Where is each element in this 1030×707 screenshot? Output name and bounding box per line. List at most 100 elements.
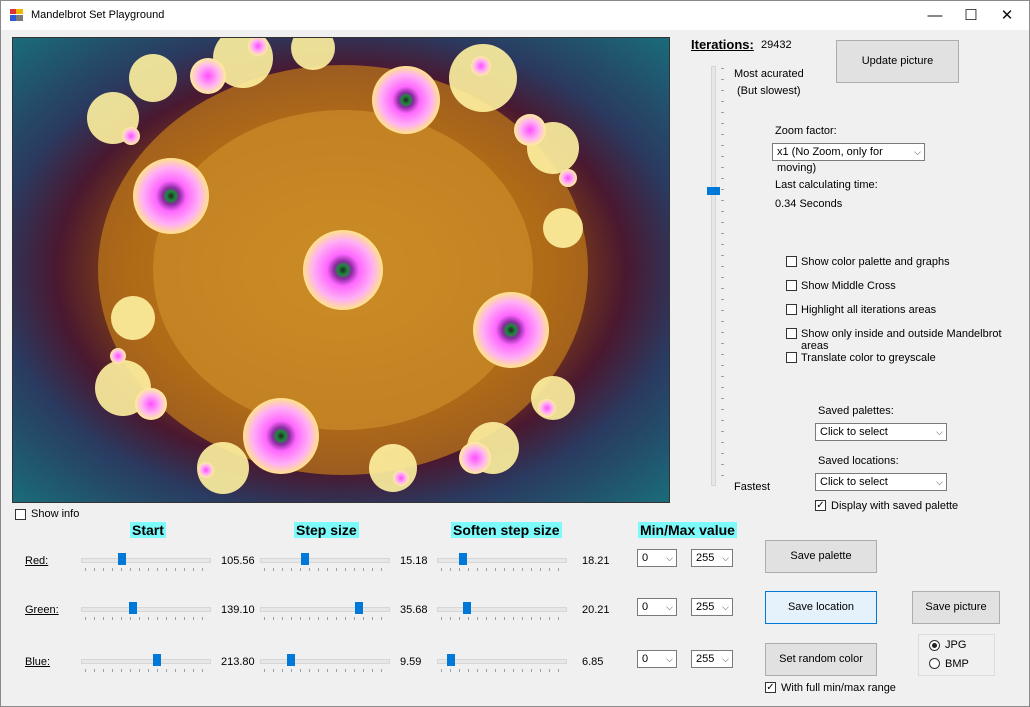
slider-thumb[interactable] bbox=[129, 602, 137, 614]
show-info-label: Show info bbox=[31, 508, 80, 520]
mandelbrot-canvas[interactable] bbox=[12, 37, 670, 503]
quality-slider-thumb[interactable] bbox=[707, 187, 720, 195]
display-saved-palette-checkbox[interactable]: ✓ bbox=[815, 500, 826, 511]
row-label: Blue: bbox=[25, 656, 51, 668]
start-slider[interactable] bbox=[81, 602, 211, 622]
jpg-label: JPG bbox=[945, 639, 967, 651]
chevron-down-icon: ⌵ bbox=[722, 553, 729, 563]
min-select[interactable]: 0 ⌵ bbox=[637, 549, 677, 567]
saved-palettes-label: Saved palettes: bbox=[818, 405, 894, 417]
min-select-value: 0 bbox=[642, 601, 649, 613]
option-checkbox[interactable] bbox=[786, 280, 797, 291]
max-select-value: 255 bbox=[696, 601, 715, 613]
saved-locations-label: Saved locations: bbox=[818, 455, 899, 467]
bmp-radio[interactable] bbox=[929, 658, 940, 669]
quality-bottom-label: Fastest bbox=[734, 481, 771, 493]
max-select[interactable]: 255 ⌵ bbox=[691, 650, 733, 668]
option-label: Translate color to greyscale bbox=[801, 352, 936, 364]
start-value: 139.10 bbox=[221, 604, 255, 616]
header-soften-step-size: Soften step size bbox=[451, 522, 562, 538]
soften-slider[interactable] bbox=[437, 654, 567, 674]
chevron-down-icon: ⌵ bbox=[722, 654, 729, 664]
full-range-label: With full min/max range bbox=[781, 682, 896, 694]
chevron-down-icon: ⌵ bbox=[936, 427, 943, 437]
fractal-image bbox=[13, 38, 669, 502]
saved-palettes-value: Click to select bbox=[820, 426, 888, 438]
window-title: Mandelbrot Set Playground bbox=[31, 9, 165, 21]
start-value: 105.56 bbox=[221, 555, 255, 567]
save-location-button[interactable]: Save location bbox=[765, 591, 877, 624]
chevron-down-icon: ⌵ bbox=[722, 602, 729, 612]
jpg-radio[interactable] bbox=[929, 640, 940, 651]
step-slider[interactable] bbox=[260, 654, 390, 674]
iterations-value: 29432 bbox=[761, 39, 792, 51]
check-icon: ✓ bbox=[766, 682, 775, 693]
header-step-size: Step size bbox=[294, 522, 359, 538]
set-random-color-button[interactable]: Set random color bbox=[765, 643, 877, 676]
soften-value: 20.21 bbox=[582, 604, 610, 616]
chevron-down-icon: ⌵ bbox=[936, 477, 943, 487]
slider-thumb[interactable] bbox=[447, 654, 455, 666]
quality-slider[interactable] bbox=[707, 66, 724, 486]
start-slider[interactable] bbox=[81, 553, 211, 573]
soften-value: 6.85 bbox=[582, 656, 604, 668]
calc-time-value: 0.34 Seconds bbox=[775, 198, 843, 210]
close-button[interactable]: ✕ bbox=[984, 1, 1030, 30]
chevron-down-icon: ⌵ bbox=[666, 654, 673, 664]
min-select-value: 0 bbox=[642, 552, 649, 564]
step-value: 15.18 bbox=[400, 555, 428, 567]
soften-value: 18.21 bbox=[582, 555, 610, 567]
app-icon bbox=[10, 9, 23, 21]
option-label: Highlight all iterations areas bbox=[801, 304, 937, 316]
max-select-value: 255 bbox=[696, 552, 715, 564]
min-select-value: 0 bbox=[642, 653, 649, 665]
option-label: Show Middle Cross bbox=[801, 280, 896, 292]
row-label: Red: bbox=[25, 555, 49, 567]
slider-thumb[interactable] bbox=[301, 553, 309, 565]
title-bar: Mandelbrot Set Playground — ☐ ✕ bbox=[1, 1, 1029, 30]
show-info-checkbox[interactable] bbox=[15, 509, 26, 520]
start-slider[interactable] bbox=[81, 654, 211, 674]
saved-locations-select[interactable]: Click to select ⌵ bbox=[815, 473, 947, 491]
option-label: Show only inside and outside Mandelbrot … bbox=[801, 328, 1002, 352]
full-range-checkbox[interactable]: ✓ bbox=[765, 682, 776, 693]
slider-thumb[interactable] bbox=[118, 553, 126, 565]
zoom-label: Zoom factor: bbox=[775, 125, 837, 137]
zoom-select[interactable]: x1 (No Zoom, only for moving) ⌵ bbox=[772, 143, 925, 174]
header-start: Start bbox=[130, 522, 166, 538]
header-min-max: Min/Max value bbox=[638, 522, 737, 538]
option-checkbox[interactable] bbox=[786, 304, 797, 315]
option-label: Show color palette and graphs bbox=[801, 256, 950, 268]
step-slider[interactable] bbox=[260, 553, 390, 573]
row-label: Green: bbox=[25, 604, 59, 616]
step-slider[interactable] bbox=[260, 602, 390, 622]
slider-thumb[interactable] bbox=[355, 602, 363, 614]
option-checkbox[interactable] bbox=[786, 256, 797, 267]
step-value: 35.68 bbox=[400, 604, 428, 616]
max-select[interactable]: 255 ⌵ bbox=[691, 549, 733, 567]
saved-palettes-select[interactable]: Click to select ⌵ bbox=[815, 423, 947, 441]
min-select[interactable]: 0 ⌵ bbox=[637, 650, 677, 668]
slider-thumb[interactable] bbox=[287, 654, 295, 666]
option-checkbox[interactable] bbox=[786, 352, 797, 363]
max-select[interactable]: 255 ⌵ bbox=[691, 598, 733, 616]
soften-slider[interactable] bbox=[437, 602, 567, 622]
update-picture-button[interactable]: Update picture bbox=[836, 40, 959, 83]
slider-thumb[interactable] bbox=[459, 553, 467, 565]
slider-thumb[interactable] bbox=[463, 602, 471, 614]
chevron-down-icon: ⌵ bbox=[666, 602, 673, 612]
soften-slider[interactable] bbox=[437, 553, 567, 573]
quality-top-sublabel: (But slowest) bbox=[737, 85, 801, 97]
calc-time-label: Last calculating time: bbox=[775, 179, 878, 191]
slider-thumb[interactable] bbox=[153, 654, 161, 666]
save-palette-button[interactable]: Save palette bbox=[765, 540, 877, 573]
option-checkbox[interactable] bbox=[786, 328, 797, 339]
display-saved-palette-label: Display with saved palette bbox=[831, 500, 959, 512]
check-icon: ✓ bbox=[816, 500, 825, 511]
save-picture-button[interactable]: Save picture bbox=[912, 591, 1000, 624]
chevron-down-icon: ⌵ bbox=[666, 553, 673, 563]
saved-locations-value: Click to select bbox=[820, 476, 888, 488]
max-select-value: 255 bbox=[696, 653, 715, 665]
min-select[interactable]: 0 ⌵ bbox=[637, 598, 677, 616]
start-value: 213.80 bbox=[221, 656, 255, 668]
